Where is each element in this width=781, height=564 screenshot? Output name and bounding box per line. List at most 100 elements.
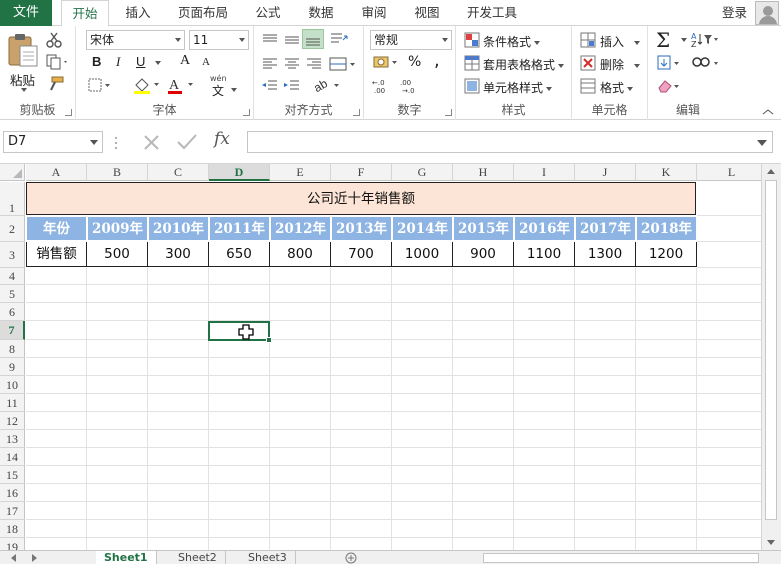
font-size-select[interactable]: 11: [189, 30, 249, 50]
cell-f6[interactable]: [331, 303, 392, 321]
cell-j9[interactable]: [575, 358, 636, 376]
cell-i8[interactable]: [514, 340, 575, 358]
cell-k9[interactable]: [636, 358, 697, 376]
cell-k15[interactable]: [636, 466, 697, 484]
cell-f17[interactable]: [331, 502, 392, 520]
cell-e6[interactable]: [270, 303, 331, 321]
row-header-6[interactable]: 6: [0, 303, 25, 321]
cell-g10[interactable]: [392, 376, 453, 394]
row-header-11[interactable]: 11: [0, 394, 25, 412]
row-header-9[interactable]: 9: [0, 358, 25, 376]
cell-l18[interactable]: [697, 520, 761, 538]
cell-e14[interactable]: [270, 448, 331, 466]
number-launcher-icon[interactable]: [445, 109, 452, 116]
cell-k11[interactable]: [636, 394, 697, 412]
cell-l1[interactable]: [697, 182, 761, 216]
cell-i7[interactable]: [514, 321, 575, 340]
cell-k18[interactable]: [636, 520, 697, 538]
cell-g19[interactable]: [392, 538, 453, 550]
decrease-decimal-icon[interactable]: .00 →.0: [400, 78, 422, 94]
user-avatar-icon[interactable]: [755, 1, 779, 25]
cell-b11[interactable]: [87, 394, 148, 412]
column-header-l[interactable]: L: [697, 164, 761, 181]
cell-j13[interactable]: [575, 430, 636, 448]
top-align-icon[interactable]: [260, 32, 280, 48]
column-header-i[interactable]: I: [514, 164, 575, 181]
cell-j16[interactable]: [575, 484, 636, 502]
sheet-nav-icon[interactable]: [8, 553, 48, 563]
cell-l17[interactable]: [697, 502, 761, 520]
cell-g16[interactable]: [392, 484, 453, 502]
worksheet-grid[interactable]: ABCDEFGHIJKL 1 2 3 4 5 6 7 8 9 10 11 12 13 14 15 16 17 18…: [0, 164, 761, 550]
cell-d16[interactable]: [209, 484, 270, 502]
cell-j7[interactable]: [575, 321, 636, 340]
data-cell-a3[interactable]: 销售额: [26, 242, 87, 267]
cell-j8[interactable]: [575, 340, 636, 358]
sheet-tab-sheet2[interactable]: Sheet2: [170, 551, 226, 564]
cell-c17[interactable]: [148, 502, 209, 520]
login-link[interactable]: 登录: [722, 0, 747, 26]
cell-j12[interactable]: [575, 412, 636, 430]
row-header-4[interactable]: 4: [0, 268, 25, 285]
format-painter-icon[interactable]: [46, 76, 64, 92]
cell-i6[interactable]: [514, 303, 575, 321]
cell-a17[interactable]: [26, 502, 87, 520]
merge-center-icon[interactable]: [328, 56, 358, 72]
header-cell-a2[interactable]: 年份: [26, 216, 87, 241]
row-header-7[interactable]: 7: [0, 321, 25, 340]
sheet-tab-sheet3[interactable]: Sheet3: [240, 551, 296, 564]
cell-i11[interactable]: [514, 394, 575, 412]
grow-font-button[interactable]: A: [180, 53, 190, 69]
font-name-select[interactable]: 宋体: [86, 30, 185, 50]
cell-l5[interactable]: [697, 285, 761, 303]
row-header-3[interactable]: 3: [0, 242, 25, 268]
column-header-j[interactable]: J: [575, 164, 636, 181]
column-header-b[interactable]: B: [87, 164, 148, 181]
cell-j18[interactable]: [575, 520, 636, 538]
cell-l11[interactable]: [697, 394, 761, 412]
cell-a11[interactable]: [26, 394, 87, 412]
cell-k17[interactable]: [636, 502, 697, 520]
row-header-18[interactable]: 18: [0, 520, 25, 538]
cell-a4[interactable]: [26, 268, 87, 285]
cell-b12[interactable]: [87, 412, 148, 430]
cell-d8[interactable]: [209, 340, 270, 358]
column-header-a[interactable]: A: [26, 164, 87, 181]
font-launcher-icon[interactable]: [243, 109, 250, 116]
data-cell-h3[interactable]: 900: [453, 242, 514, 267]
cell-f9[interactable]: [331, 358, 392, 376]
cell-a18[interactable]: [26, 520, 87, 538]
cell-g4[interactable]: [392, 268, 453, 285]
data-cell-d3[interactable]: 650: [209, 242, 270, 267]
cell-h19[interactable]: [453, 538, 514, 550]
cell-h11[interactable]: [453, 394, 514, 412]
cell-l16[interactable]: [697, 484, 761, 502]
cell-l19[interactable]: [697, 538, 761, 550]
header-cell-b2[interactable]: 2009年: [87, 216, 148, 241]
orientation-icon[interactable]: [328, 30, 350, 48]
cell-c6[interactable]: [148, 303, 209, 321]
cell-i13[interactable]: [514, 430, 575, 448]
cell-f11[interactable]: [331, 394, 392, 412]
cell-l13[interactable]: [697, 430, 761, 448]
cell-g13[interactable]: [392, 430, 453, 448]
shrink-font-button[interactable]: A: [202, 56, 210, 68]
cell-a14[interactable]: [26, 448, 87, 466]
select-all-button[interactable]: [0, 164, 25, 181]
cell-j11[interactable]: [575, 394, 636, 412]
row-header-14[interactable]: 14: [0, 448, 25, 466]
cell-e7[interactable]: [270, 321, 331, 340]
row-header-12[interactable]: 12: [0, 412, 25, 430]
cell-j14[interactable]: [575, 448, 636, 466]
column-header-g[interactable]: G: [392, 164, 453, 181]
column-header-f[interactable]: F: [331, 164, 392, 181]
cell-f8[interactable]: [331, 340, 392, 358]
cell-g7[interactable]: [392, 321, 453, 340]
phonetic-dropdown-icon[interactable]: [231, 88, 237, 92]
cell-h13[interactable]: [453, 430, 514, 448]
cell-d18[interactable]: [209, 520, 270, 538]
increase-decimal-icon[interactable]: ←.0 .00: [372, 78, 394, 94]
cell-g5[interactable]: [392, 285, 453, 303]
cell-h6[interactable]: [453, 303, 514, 321]
cell-e16[interactable]: [270, 484, 331, 502]
